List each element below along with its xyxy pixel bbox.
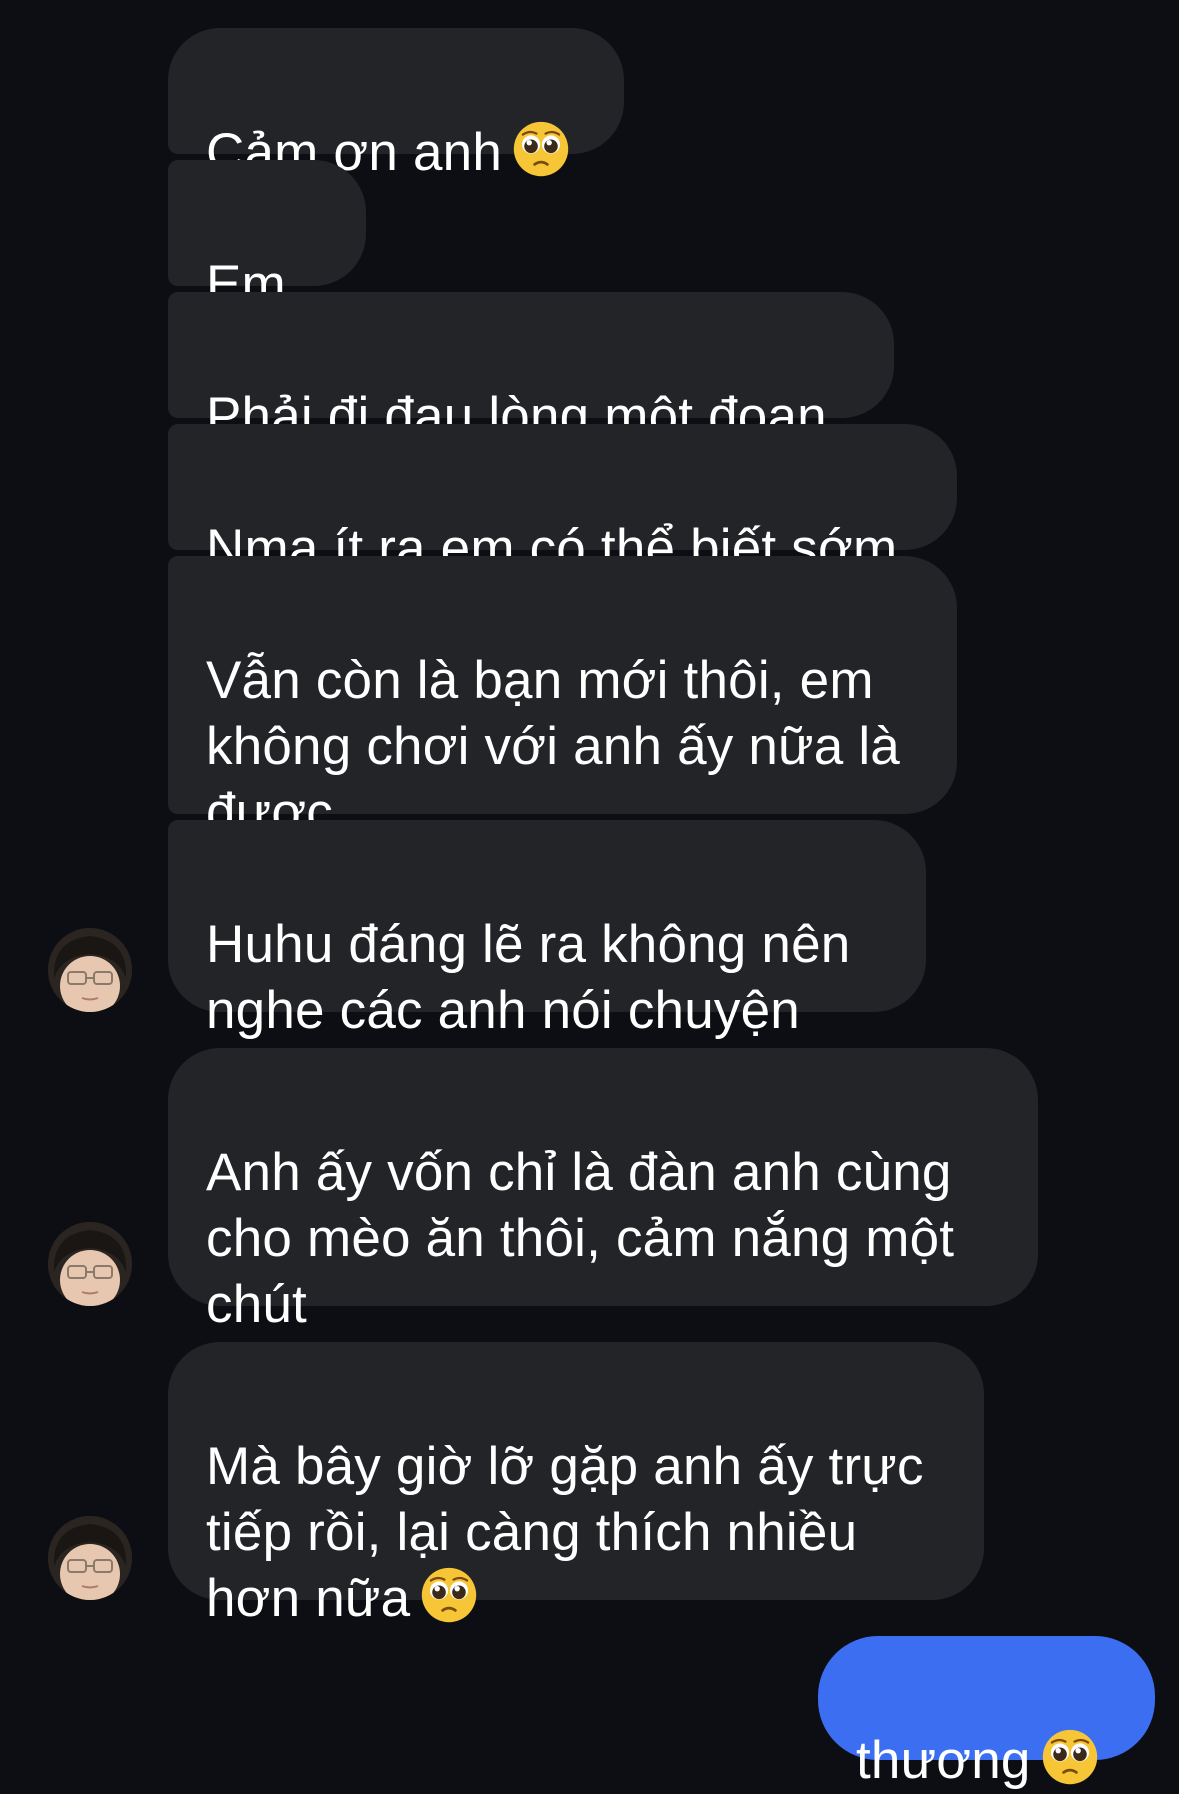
avatar-photo <box>48 1222 132 1306</box>
chat-thread: Cảm ơn anh Em... Phải đi đau lòng một đo… <box>0 0 1179 1790</box>
message-bubble-outgoing[interactable]: thương <box>818 1636 1155 1790</box>
avatar-photo <box>48 1516 132 1600</box>
message-text: Mà bây giờ lỡ gặp anh ấy trực tiếp rồi, … <box>206 1437 924 1628</box>
avatar[interactable] <box>48 1516 132 1600</box>
pleading-face-icon <box>1042 1729 1097 1785</box>
message-text: Vẫn còn là bạn mới thôi, em không chơi v… <box>206 651 900 842</box>
message-text: thương <box>856 1731 1031 1790</box>
message-bubble-incoming[interactable]: Anh ấy vốn chỉ là đàn anh cùng cho mèo ă… <box>168 1048 1038 1334</box>
message-bubble-incoming[interactable]: Huhu đáng lẽ ra không nên nghe các anh n… <box>168 820 926 1040</box>
message-bubble-incoming[interactable]: Phải đi đau lòng một đoạn <box>168 292 894 446</box>
message-bubble-incoming[interactable]: Vẫn còn là bạn mới thôi, em không chơi v… <box>168 556 957 842</box>
avatar[interactable] <box>48 1222 132 1306</box>
avatar-photo <box>48 928 132 1012</box>
message-bubble-incoming[interactable]: Mà bây giờ lỡ gặp anh ấy trực tiếp rồi, … <box>168 1342 984 1628</box>
message-text: Anh ấy vốn chỉ là đàn anh cùng cho mèo ă… <box>206 1143 955 1334</box>
pleading-face-icon <box>422 1567 477 1623</box>
message-bubble-incoming[interactable]: Cảm ơn anh <box>168 28 624 182</box>
message-bubble-incoming[interactable]: Em... <box>168 160 366 314</box>
pleading-face-icon <box>513 121 569 177</box>
avatar[interactable] <box>48 928 132 1012</box>
message-bubble-incoming[interactable]: Nma ít ra em có thể biết sớm <box>168 424 957 578</box>
message-text: Huhu đáng lẽ ra không nên nghe các anh n… <box>206 915 851 1040</box>
